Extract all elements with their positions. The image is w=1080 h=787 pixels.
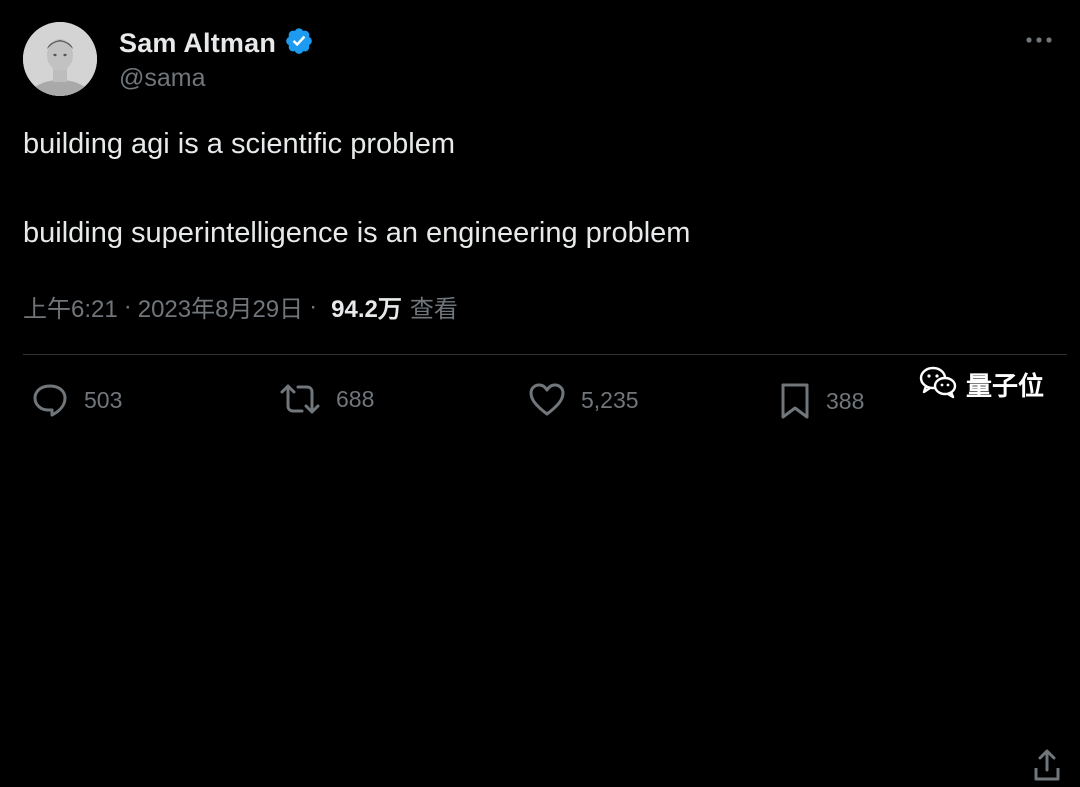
tweet-meta: 上午6:21 · 2023年8月29日 · 94.2万 查看 [23,289,458,324]
bookmark-icon [778,382,812,420]
tweet-time[interactable]: 上午6:21 [23,289,118,324]
meta-separator: · [123,292,132,320]
view-count: 94.2万 [331,296,402,323]
divider [23,354,1067,355]
tweet-text-line-1: building agi is a scientific problem [23,128,455,160]
meta-separator: · [309,292,318,320]
tweet-text-line-2: building superintelligence is an enginee… [23,217,691,249]
repost-button[interactable]: 688 [278,382,374,416]
tweet: Sam Altman @sama building agi is a scien… [0,0,1080,781]
tweet-date[interactable]: 2023年8月29日 [138,289,303,324]
like-button[interactable]: 5,235 [527,382,639,418]
author-handle[interactable]: @sama [119,64,206,93]
watermark-text: 量子位 [966,371,1045,401]
more-options-icon[interactable] [1024,28,1054,52]
bookmark-count: 388 [826,387,865,414]
author-name-row: Sam Altman [119,26,314,61]
reply-count: 503 [84,386,123,413]
watermark: 量子位 [918,364,1044,405]
heart-icon [527,382,567,418]
share-icon[interactable] [1033,748,1061,787]
verified-badge-icon [284,26,314,61]
reply-button[interactable]: 503 [30,382,122,418]
reply-icon [30,382,70,418]
views-label: 查看 [409,296,458,323]
author-name[interactable]: Sam Altman [119,28,276,59]
repost-icon [278,382,322,416]
avatar[interactable] [23,22,97,96]
like-count: 5,235 [581,386,639,413]
bookmark-button[interactable]: 388 [778,382,864,420]
wechat-icon [918,364,958,405]
repost-count: 688 [336,385,375,412]
